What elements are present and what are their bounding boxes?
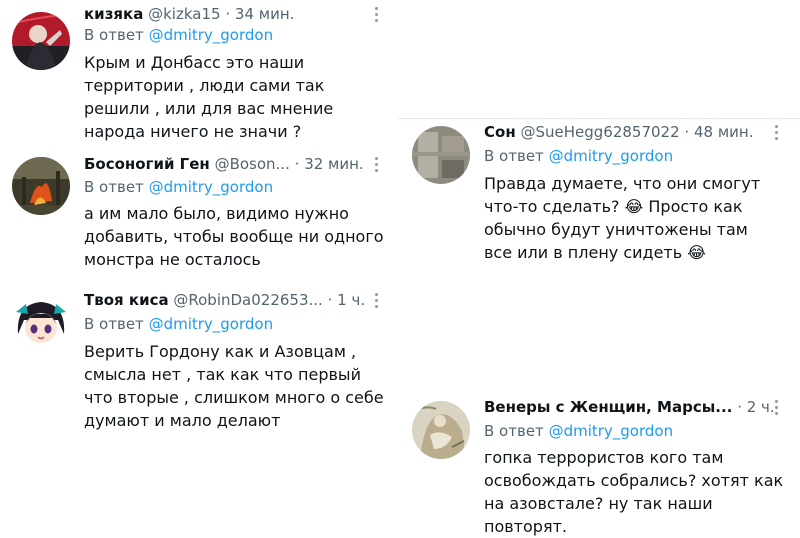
reply-mention-link[interactable]: @dmitry_gordon — [149, 26, 274, 44]
reply-tweet-5[interactable]: Венеры с Женщин, Марсы... · 2 ч. В ответ… — [400, 393, 800, 536]
dot-separator: · — [684, 123, 690, 141]
fire-avatar[interactable] — [12, 157, 70, 215]
tears-of-joy-emoji: 😂 — [687, 243, 706, 262]
author-name[interactable]: кизяка — [84, 5, 143, 23]
reply-tweet-4[interactable]: Сон @SueHegg62857022 · 48 мин. В ответ @… — [400, 118, 800, 288]
timestamp[interactable]: 34 мин. — [235, 5, 295, 23]
grey-blur-avatar[interactable] — [412, 126, 470, 184]
tweet-text: Правда думаете, что они смогут что-то сд… — [484, 172, 780, 264]
author-name[interactable]: Босоногий Ген — [84, 155, 210, 173]
dot-separator: · — [737, 398, 742, 416]
timestamp[interactable]: 48 мин. — [694, 123, 754, 141]
tweet-header: Венеры с Женщин, Марсы... · 2 ч. — [484, 397, 775, 417]
reply-mention-link[interactable]: @dmitry_gordon — [149, 315, 274, 333]
tweet-text: Крым и Донбасс это наши территории , люд… — [84, 53, 334, 141]
dot-separator: · — [225, 5, 231, 23]
reply-prefix: В ответ — [84, 26, 144, 44]
reply-context: В ответ @dmitry_gordon — [484, 421, 673, 441]
reply-context: В ответ @dmitry_gordon — [84, 314, 273, 334]
tweet-header: Босоногий Ген @Boson... · 32 мин. — [84, 154, 364, 174]
reply-tweet-1[interactable]: кизяка @kizka15 · 34 мин. В ответ @dmitr… — [0, 0, 398, 150]
dot-separator: · — [294, 155, 300, 173]
reply-tweet-3[interactable]: Твоя киса @RobinDa022653... · 1 ч. В отв… — [0, 286, 398, 436]
tweet-text: гопка террористов кого там освобождать с… — [484, 448, 784, 536]
reply-prefix: В ответ — [484, 422, 544, 440]
reply-tweet-2[interactable]: Босоногий Ген @Boson... · 32 мин. В отве… — [0, 150, 398, 280]
reply-mention-link[interactable]: @dmitry_gordon — [549, 147, 674, 165]
painting-avatar[interactable] — [412, 401, 470, 459]
anime-girl-avatar[interactable] — [12, 294, 70, 352]
author-handle[interactable]: @RobinDa022653... — [173, 291, 322, 309]
author-name[interactable]: Венеры с Женщин, Марсы... — [484, 398, 732, 416]
tears-of-joy-emoji: 😂 — [624, 197, 644, 216]
tweet-header: Сон @SueHegg62857022 · 48 мин. — [484, 122, 753, 142]
more-options-icon[interactable] — [770, 122, 784, 142]
reply-mention-link[interactable]: @dmitry_gordon — [549, 422, 674, 440]
more-options-icon[interactable] — [370, 154, 384, 174]
red-figure-avatar[interactable] — [12, 12, 70, 70]
author-handle[interactable]: @kizka15 — [148, 5, 220, 23]
tweet-header: Твоя киса @RobinDa022653... · 1 ч. — [84, 290, 365, 310]
author-handle[interactable]: @Boson... — [215, 155, 290, 173]
tweet-header: кизяка @kizka15 · 34 мин. — [84, 4, 294, 24]
timestamp[interactable]: 1 ч. — [337, 291, 365, 309]
reply-prefix: В ответ — [84, 178, 144, 196]
reply-context: В ответ @dmitry_gordon — [84, 25, 273, 45]
author-name[interactable]: Твоя киса — [84, 291, 169, 309]
author-name[interactable]: Сон — [484, 123, 516, 141]
reply-mention-link[interactable]: @dmitry_gordon — [149, 178, 274, 196]
author-handle[interactable]: @SueHegg62857022 — [520, 123, 679, 141]
timestamp[interactable]: 32 мин. — [304, 155, 364, 173]
reply-context: В ответ @dmitry_gordon — [484, 146, 673, 166]
more-options-icon[interactable] — [370, 4, 384, 24]
tweet-text: а им мало было, видимо нужно добавить, ч… — [84, 204, 384, 269]
dot-separator: · — [327, 291, 333, 309]
reply-prefix: В ответ — [484, 147, 544, 165]
reply-context: В ответ @dmitry_gordon — [84, 177, 273, 197]
reply-prefix: В ответ — [84, 315, 144, 333]
tweet-text: Верить Гордону как и Азовцам , смысла не… — [84, 342, 384, 430]
more-options-icon[interactable] — [770, 397, 784, 417]
more-options-icon[interactable] — [370, 290, 384, 310]
